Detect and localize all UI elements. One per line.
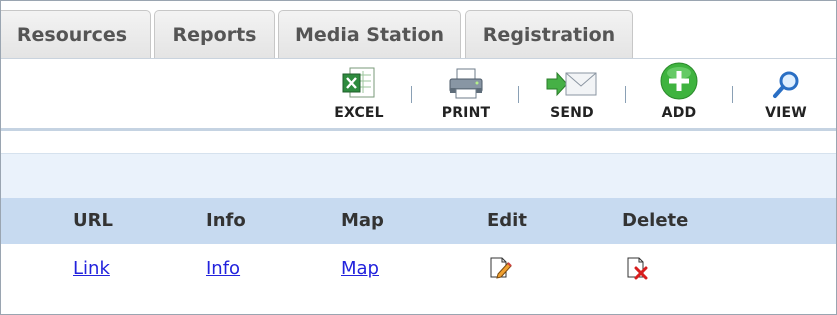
- column-header-info[interactable]: Info: [206, 210, 246, 231]
- tab-reports[interactable]: Reports: [154, 10, 275, 58]
- toolbar-separator: [625, 86, 626, 103]
- grid-header-row: URL Info Map Edit Delete: [1, 198, 836, 244]
- column-header-edit: Edit: [487, 210, 527, 231]
- excel-label: EXCEL: [334, 105, 384, 121]
- map-link[interactable]: Map: [341, 258, 379, 279]
- print-button[interactable]: PRINT: [436, 59, 496, 128]
- table-row: Link Info Map: [1, 244, 836, 294]
- column-header-map[interactable]: Map: [341, 210, 384, 231]
- toolbar: EXCEL PRINT SEND ADD VIEW: [1, 59, 836, 128]
- toolbar-separator: [732, 86, 733, 103]
- magnifier-icon: [770, 59, 802, 101]
- tab-registration[interactable]: Registration: [465, 10, 633, 58]
- excel-button[interactable]: EXCEL: [331, 59, 387, 128]
- send-label: SEND: [550, 105, 594, 121]
- printer-icon: [447, 59, 485, 101]
- tab-bar: Resources Reports Media Station Registra…: [1, 1, 836, 59]
- toolbar-divider: [1, 128, 836, 131]
- column-header-delete: Delete: [622, 210, 689, 231]
- send-mail-icon: [545, 59, 599, 101]
- app-frame: Resources Reports Media Station Registra…: [0, 0, 837, 315]
- add-button[interactable]: ADD: [650, 59, 708, 128]
- view-label: VIEW: [765, 105, 807, 121]
- add-icon: [659, 59, 699, 101]
- toolbar-separator: [518, 86, 519, 103]
- tab-resources[interactable]: Resources: [1, 10, 151, 58]
- excel-icon: [341, 59, 377, 101]
- print-label: PRINT: [441, 105, 491, 121]
- column-header-url[interactable]: URL: [73, 210, 113, 231]
- view-button[interactable]: VIEW: [761, 59, 811, 128]
- url-link[interactable]: Link: [73, 258, 110, 279]
- add-label: ADD: [661, 105, 697, 121]
- toolbar-separator: [411, 86, 412, 103]
- tab-media-station[interactable]: Media Station: [278, 10, 461, 58]
- info-link[interactable]: Info: [206, 258, 240, 279]
- grid-title-bar: [1, 153, 836, 198]
- delete-icon[interactable]: [626, 256, 650, 284]
- edit-icon[interactable]: [489, 256, 513, 284]
- send-button[interactable]: SEND: [541, 59, 603, 128]
